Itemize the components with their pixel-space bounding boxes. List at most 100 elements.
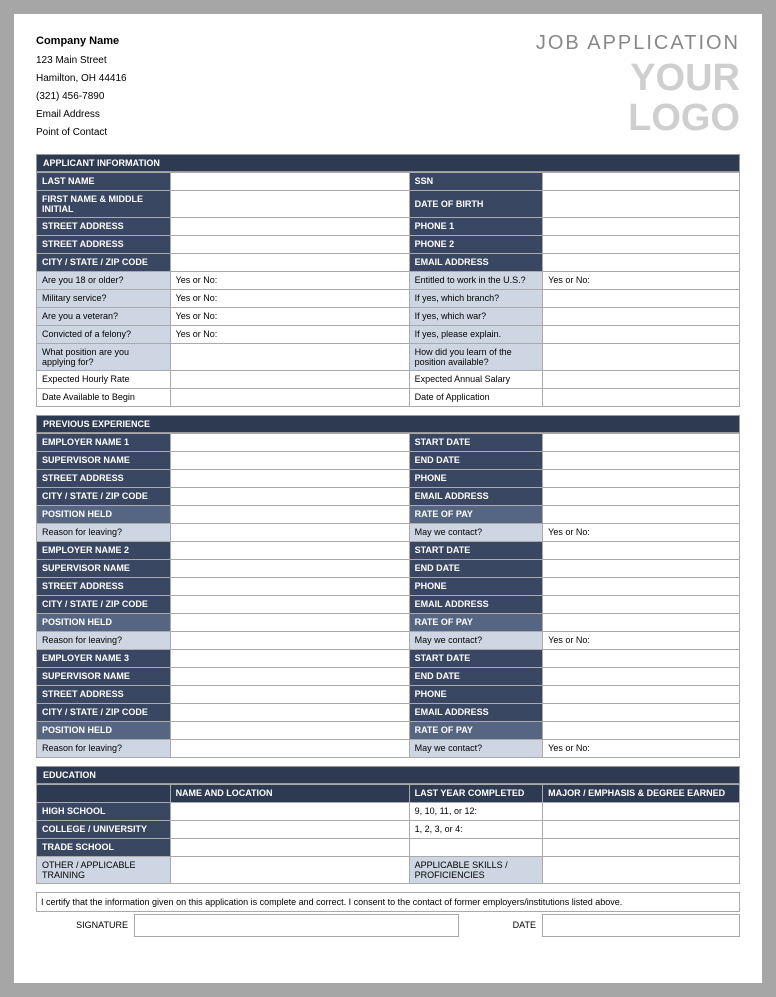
pos3-input[interactable]: [170, 721, 409, 739]
emp3-label: EMPLOYER NAME 3: [37, 649, 171, 667]
phone3e-input[interactable]: [543, 685, 740, 703]
contact2-input[interactable]: Yes or No:: [543, 631, 740, 649]
sup3-input[interactable]: [170, 667, 409, 685]
contact3-input[interactable]: Yes or No:: [543, 739, 740, 757]
document-frame: Company Name 123 Main Street Hamilton, O…: [0, 0, 776, 997]
reason2-input[interactable]: [170, 631, 409, 649]
emp2-label: EMPLOYER NAME 2: [37, 541, 171, 559]
city1e-label: CITY / STATE / ZIP CODE: [37, 487, 171, 505]
email2e-input[interactable]: [543, 595, 740, 613]
city2e-label: CITY / STATE / ZIP CODE: [37, 595, 171, 613]
col-major-input[interactable]: [543, 820, 740, 838]
trade-major-input[interactable]: [543, 838, 740, 856]
addr2e-input[interactable]: [170, 577, 409, 595]
qus-input[interactable]: Yes or No:: [543, 271, 740, 289]
annual-label: Expected Annual Salary: [409, 370, 543, 388]
reason3-label: Reason for leaving?: [37, 739, 171, 757]
addr3e-label: STREET ADDRESS: [37, 685, 171, 703]
learn-input[interactable]: [543, 343, 740, 370]
col-nameloc-input[interactable]: [170, 820, 409, 838]
other-label: OTHER / APPLICABLE TRAINING: [37, 856, 171, 883]
sup1-input[interactable]: [170, 451, 409, 469]
q18-input[interactable]: Yes or No:: [170, 271, 409, 289]
trade-years-input[interactable]: [409, 838, 543, 856]
avail-input[interactable]: [170, 388, 409, 406]
branch-label: If yes, which branch?: [409, 289, 543, 307]
war-input[interactable]: [543, 307, 740, 325]
email-label: EMAIL ADDRESS: [409, 253, 543, 271]
start1-input[interactable]: [543, 433, 740, 451]
position-label: What position are you applying for?: [37, 343, 171, 370]
email1e-input[interactable]: [543, 487, 740, 505]
addr3e-input[interactable]: [170, 685, 409, 703]
experience-section: PREVIOUS EXPERIENCE EMPLOYER NAME 1START…: [36, 415, 740, 758]
city1e-input[interactable]: [170, 487, 409, 505]
signature-input[interactable]: [134, 914, 458, 936]
phone1-input[interactable]: [543, 217, 740, 235]
emp2-input[interactable]: [170, 541, 409, 559]
addr2-label: STREET ADDRESS: [37, 235, 171, 253]
trade-nameloc-input[interactable]: [170, 838, 409, 856]
contact1-input[interactable]: Yes or No:: [543, 523, 740, 541]
reason1-input[interactable]: [170, 523, 409, 541]
col-years[interactable]: 1, 2, 3, or 4:: [409, 820, 543, 838]
skills-input[interactable]: [543, 856, 740, 883]
city-input[interactable]: [170, 253, 409, 271]
explain-input[interactable]: [543, 325, 740, 343]
applicant-section: APPLICANT INFORMATION LAST NAME SSN FIRS…: [36, 154, 740, 407]
city2e-input[interactable]: [170, 595, 409, 613]
start3-input[interactable]: [543, 649, 740, 667]
emp1-input[interactable]: [170, 433, 409, 451]
addr2-input[interactable]: [170, 235, 409, 253]
other-input[interactable]: [170, 856, 409, 883]
lastname-input[interactable]: [170, 172, 409, 190]
phone2-input[interactable]: [543, 235, 740, 253]
vet-input[interactable]: Yes or No:: [170, 307, 409, 325]
reason2-label: Reason for leaving?: [37, 631, 171, 649]
felony-input[interactable]: Yes or No:: [170, 325, 409, 343]
emp3-input[interactable]: [170, 649, 409, 667]
war-label: If yes, which war?: [409, 307, 543, 325]
phone2e-input[interactable]: [543, 577, 740, 595]
city3e-input[interactable]: [170, 703, 409, 721]
rate1-input[interactable]: [543, 505, 740, 523]
rate3-input[interactable]: [543, 721, 740, 739]
addr1e-input[interactable]: [170, 469, 409, 487]
firstname-input[interactable]: [170, 190, 409, 217]
email3e-input[interactable]: [543, 703, 740, 721]
phone1-label: PHONE 1: [409, 217, 543, 235]
branch-input[interactable]: [543, 289, 740, 307]
mil-input[interactable]: Yes or No:: [170, 289, 409, 307]
rate2-input[interactable]: [543, 613, 740, 631]
hs-major-input[interactable]: [543, 802, 740, 820]
sup2-input[interactable]: [170, 559, 409, 577]
date-input[interactable]: [543, 914, 740, 936]
addr1-input[interactable]: [170, 217, 409, 235]
col-label: COLLEGE / UNIVERSITY: [37, 820, 171, 838]
phone1e-input[interactable]: [543, 469, 740, 487]
trade-label: TRADE SCHOOL: [37, 838, 171, 856]
pos1-input[interactable]: [170, 505, 409, 523]
email-input[interactable]: [543, 253, 740, 271]
end2-input[interactable]: [543, 559, 740, 577]
hourly-input[interactable]: [170, 370, 409, 388]
end1-input[interactable]: [543, 451, 740, 469]
reason1-label: Reason for leaving?: [37, 523, 171, 541]
applicant-header: APPLICANT INFORMATION: [36, 154, 740, 172]
rate3-label: RATE OF PAY: [409, 721, 543, 739]
reason3-input[interactable]: [170, 739, 409, 757]
position-input[interactable]: [170, 343, 409, 370]
signature-label: SIGNATURE: [36, 914, 134, 936]
hs-years[interactable]: 9, 10, 11, or 12:: [409, 802, 543, 820]
edu-lastyear-hdr: LAST YEAR COMPLETED: [409, 784, 543, 802]
end3-label: END DATE: [409, 667, 543, 685]
hs-nameloc-input[interactable]: [170, 802, 409, 820]
annual-input[interactable]: [543, 370, 740, 388]
end3-input[interactable]: [543, 667, 740, 685]
start2-input[interactable]: [543, 541, 740, 559]
doa-input[interactable]: [543, 388, 740, 406]
pos2-input[interactable]: [170, 613, 409, 631]
dob-input[interactable]: [543, 190, 740, 217]
ssn-input[interactable]: [543, 172, 740, 190]
signature-row: SIGNATURE DATE: [36, 914, 740, 937]
